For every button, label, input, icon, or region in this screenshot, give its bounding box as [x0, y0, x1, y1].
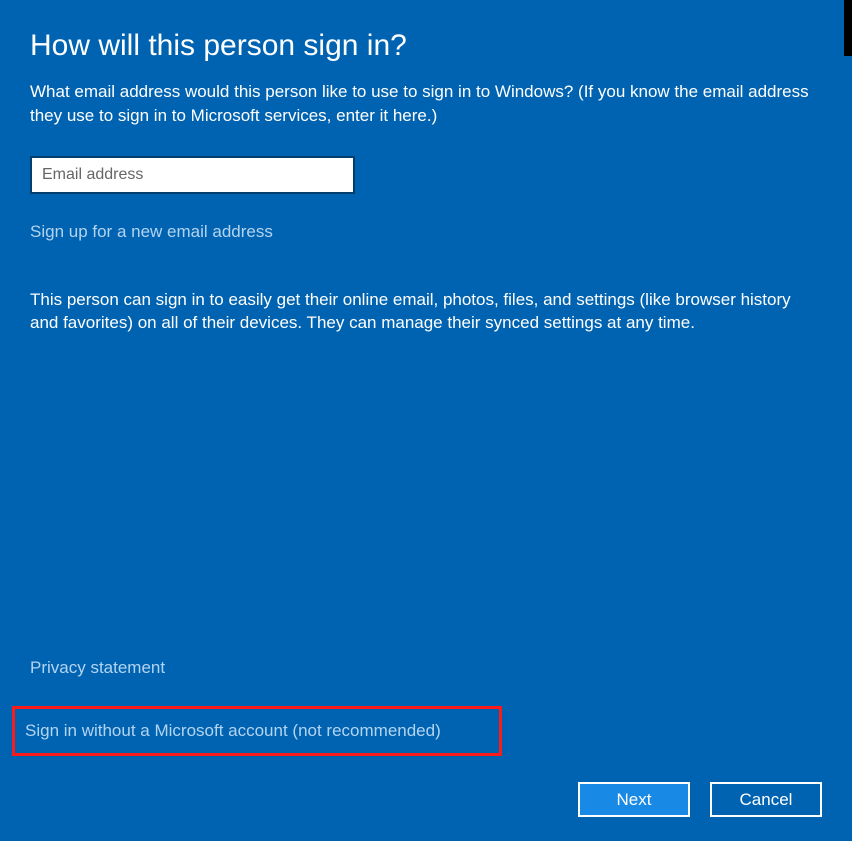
next-button[interactable]: Next	[578, 782, 690, 817]
scrollbar-thumb[interactable]	[844, 0, 852, 56]
email-field[interactable]	[30, 156, 355, 194]
privacy-statement-link[interactable]: Privacy statement	[30, 658, 502, 678]
page-title: How will this person sign in?	[30, 28, 822, 64]
info-text: This person can sign in to easily get th…	[30, 288, 822, 336]
cancel-button[interactable]: Cancel	[710, 782, 822, 817]
sign-in-without-account-link[interactable]: Sign in without a Microsoft account (not…	[25, 721, 441, 740]
signup-new-email-link[interactable]: Sign up for a new email address	[30, 222, 273, 242]
page-description: What email address would this person lik…	[30, 80, 822, 128]
highlight-box: Sign in without a Microsoft account (not…	[12, 706, 502, 756]
